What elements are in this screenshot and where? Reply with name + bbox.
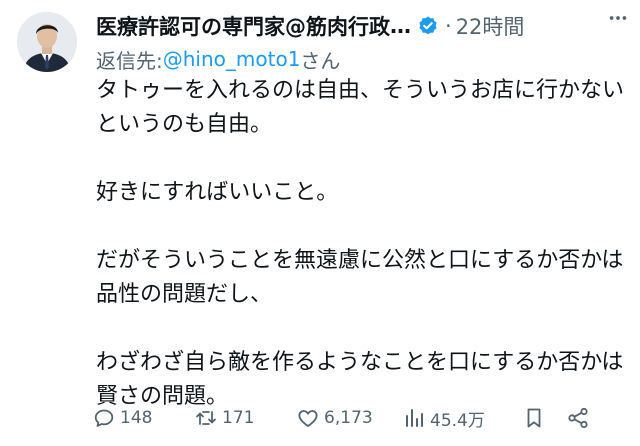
more-button[interactable]: [604, 4, 632, 32]
repost-icon: [196, 411, 216, 425]
like-button[interactable]: 6,173: [296, 406, 402, 430]
verified-badge-icon[interactable]: [417, 15, 439, 37]
reply-icon: [94, 409, 114, 427]
share-icon: [568, 407, 588, 429]
share-button[interactable]: [566, 406, 596, 430]
reply-to-handle[interactable]: @hino_moto1: [163, 47, 301, 71]
avatar-image: [17, 12, 77, 72]
reply-to-line: 返信先: @hino_moto1 さん: [96, 44, 340, 74]
repost-button[interactable]: 171: [194, 406, 296, 430]
more-icon: [609, 16, 627, 20]
views-icon: [406, 409, 423, 427]
reply-button[interactable]: 148: [92, 406, 194, 430]
views-button[interactable]: 45.4万: [402, 406, 522, 431]
display-name-ellipsis: …: [390, 14, 411, 38]
tweet-text: タトゥーを入れるのは自由、そういうお店に行かないというのも自由。 好きにすればい…: [96, 74, 626, 414]
like-count: 6,173: [324, 408, 373, 428]
tweet-paragraph: タトゥーを入れるのは自由、そういうお店に行かないというのも自由。: [96, 78, 625, 137]
tweet-header: 医療許認可の専門家@筋肉行政 … · 22時間: [96, 9, 628, 43]
bookmark-button[interactable]: [522, 406, 566, 430]
tweet-paragraph: だがそういうことを無遠慮に公然と口にするか否かは品性の問題だし、: [96, 248, 624, 307]
reply-count: 148: [120, 408, 153, 428]
action-bar: 148 171 6,173 45.4万: [92, 400, 626, 436]
reply-to-suffix: さん: [300, 48, 341, 73]
display-name[interactable]: 医療許認可の専門家@筋肉行政: [96, 11, 390, 41]
repost-count: 171: [222, 408, 255, 428]
view-count: 45.4万: [430, 410, 485, 431]
avatar[interactable]: [17, 12, 77, 72]
separator-dot: ·: [445, 14, 452, 38]
like-icon: [298, 410, 318, 427]
timestamp[interactable]: 22時間: [456, 11, 525, 41]
reply-to-prefix: 返信先:: [96, 48, 163, 73]
bookmark-icon: [527, 408, 541, 428]
tweet-paragraph: 好きにすればいいこと。: [96, 180, 339, 205]
